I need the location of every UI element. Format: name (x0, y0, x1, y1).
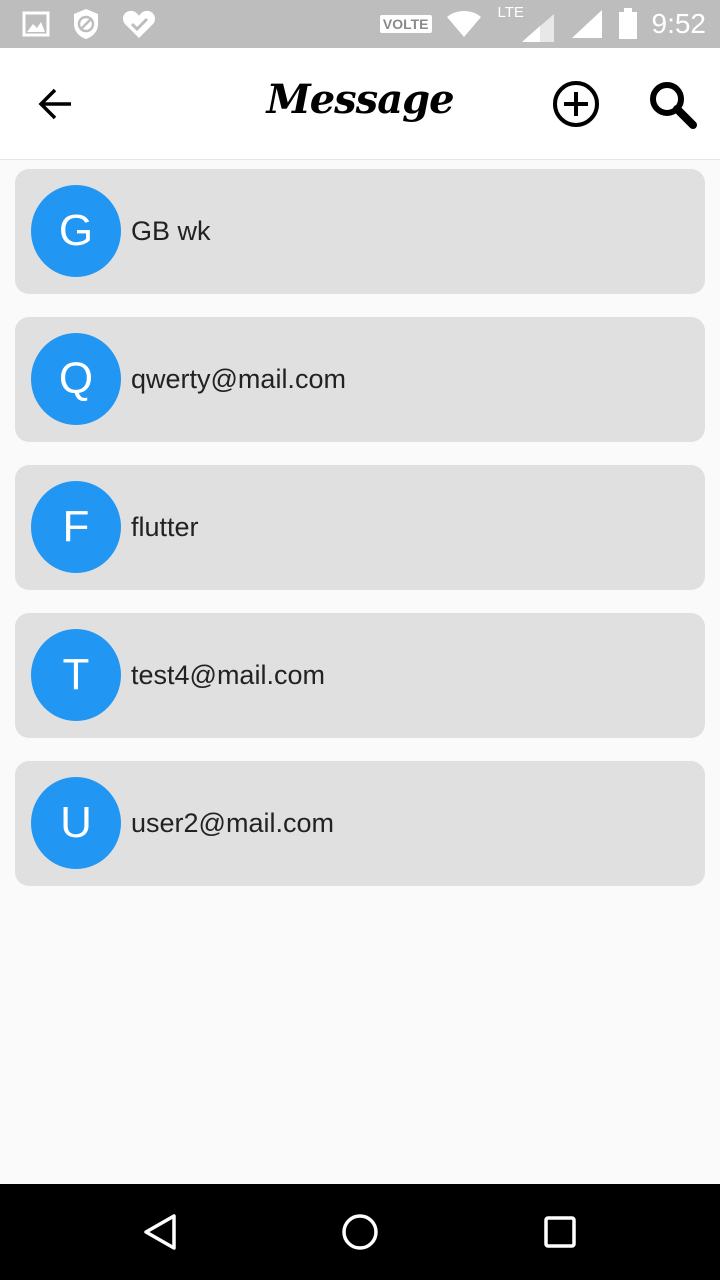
conversation-name: test4@mail.com (131, 660, 325, 690)
avatar: F (31, 481, 121, 573)
recents-square-icon (544, 1216, 576, 1248)
page-title: Message (266, 76, 454, 123)
conversation-name: qwerty@mail.com (131, 364, 346, 394)
avatar: Q (31, 333, 121, 425)
conversation-name: user2@mail.com (131, 808, 334, 838)
image-icon (22, 11, 50, 37)
status-time: 9:52 (651, 8, 707, 39)
heart-check-icon (122, 10, 156, 39)
conversation-name: flutter (131, 512, 199, 542)
avatar: U (31, 777, 121, 869)
home-circle-icon (342, 1214, 378, 1250)
nav-home-button[interactable] (336, 1208, 384, 1256)
conversation-item[interactable]: T test4@mail.com (15, 613, 705, 738)
nav-back-button[interactable] (136, 1208, 184, 1256)
lte-signal: LTE (496, 4, 556, 44)
conversation-name: GB wk (131, 216, 211, 246)
conversation-list: G GB wk Q qwerty@mail.com F flutter T te… (15, 169, 705, 909)
wifi-icon (446, 11, 481, 37)
volte-badge: VOLTE (379, 15, 432, 33)
back-triangle-icon (144, 1214, 176, 1250)
signal-icon-2 (571, 10, 602, 38)
search-button[interactable] (642, 76, 702, 132)
search-icon (650, 82, 697, 129)
conversation-item[interactable]: U user2@mail.com (15, 761, 705, 886)
add-circle-icon (553, 81, 599, 127)
nav-recents-button[interactable] (536, 1208, 584, 1256)
system-nav-bar (0, 1184, 720, 1280)
battery-icon (618, 8, 637, 39)
avatar: T (31, 629, 121, 721)
status-bar: VOLTE LTE 9:52 (0, 0, 720, 48)
conversation-item[interactable]: F flutter (15, 465, 705, 590)
signal-icon (521, 14, 554, 42)
avatar: G (31, 185, 121, 277)
shield-block-icon (74, 9, 98, 39)
app-bar: Message (0, 48, 720, 160)
add-button[interactable] (548, 76, 604, 132)
conversation-item[interactable]: Q qwerty@mail.com (15, 317, 705, 442)
conversation-item[interactable]: G GB wk (15, 169, 705, 294)
